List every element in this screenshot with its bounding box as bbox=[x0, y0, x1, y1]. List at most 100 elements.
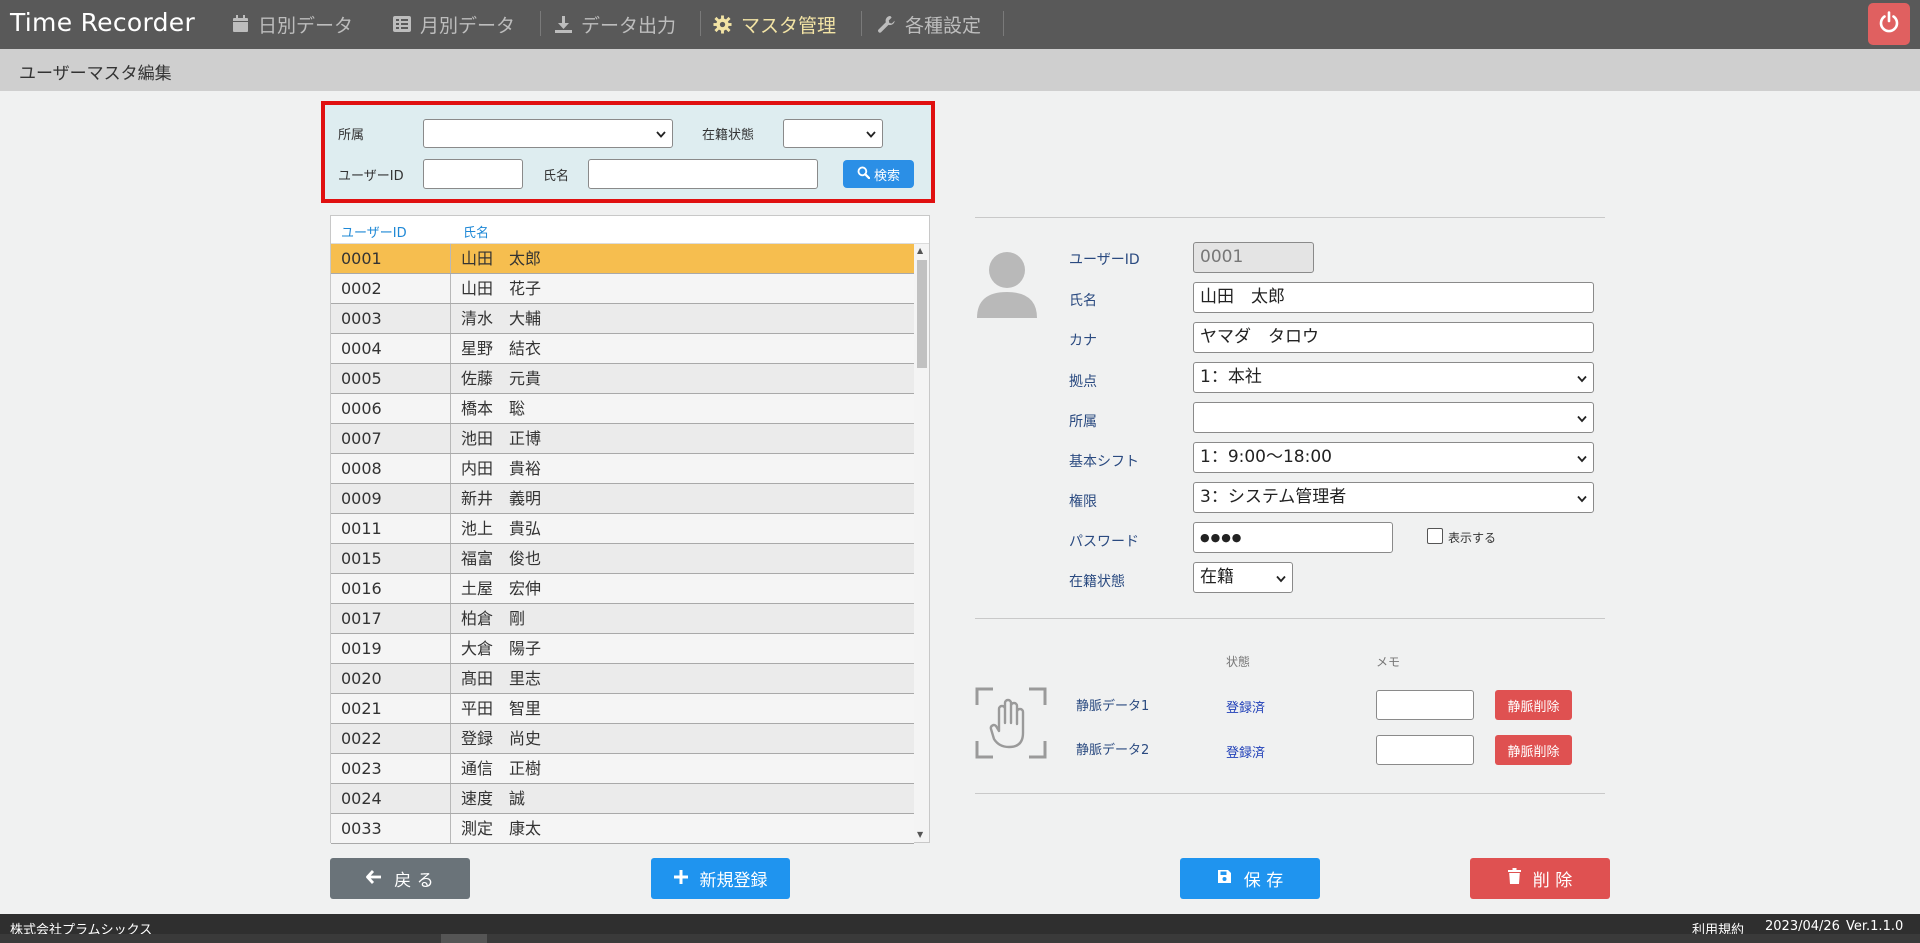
row-name: 池上 貴弘 bbox=[461, 519, 542, 538]
search-userid-label: ユーザーID bbox=[338, 169, 404, 184]
nav-monthly-data[interactable]: 月別データ bbox=[393, 10, 515, 38]
arrow-left-icon bbox=[366, 869, 382, 889]
chevron-down-icon bbox=[1577, 443, 1587, 472]
detail-kana-input[interactable]: ヤマダ タロウ bbox=[1193, 322, 1594, 353]
taskbar-strip bbox=[0, 934, 1920, 943]
table-row[interactable]: 0021 平田 智里 bbox=[331, 694, 914, 724]
row-userid: 0005 bbox=[331, 364, 451, 393]
wrench-icon bbox=[877, 15, 896, 34]
vein-data-2-memo-input[interactable] bbox=[1376, 735, 1474, 765]
nav-master-management[interactable]: マスタ管理 bbox=[713, 10, 836, 38]
vein-data-1-delete-button[interactable]: 静脈削除 bbox=[1495, 690, 1572, 720]
row-name: 山田 太郎 bbox=[461, 249, 542, 268]
vein-state-header: 状態 bbox=[1226, 655, 1251, 669]
table-row[interactable]: 0001 山田 太郎 bbox=[331, 244, 914, 274]
user-avatar-icon bbox=[975, 248, 1039, 320]
row-userid: 0016 bbox=[331, 574, 451, 603]
search-button[interactable]: 検索 bbox=[843, 160, 914, 188]
row-userid: 0002 bbox=[331, 274, 451, 303]
taskbar-item[interactable] bbox=[441, 934, 487, 943]
back-button[interactable]: 戻 る bbox=[330, 858, 470, 899]
nav-data-export[interactable]: データ出力 bbox=[555, 10, 676, 38]
list-icon bbox=[393, 16, 411, 32]
table-row[interactable]: 0007 池田 正博 bbox=[331, 424, 914, 454]
row-userid: 0004 bbox=[331, 334, 451, 363]
scroll-down-icon[interactable]: ▼ bbox=[917, 830, 923, 839]
top-nav-bar: Time Recorder 日別データ 月別データ データ出力 マスタ管理 各種… bbox=[0, 0, 1920, 49]
table-row[interactable]: 0033 測定 康太 bbox=[331, 814, 914, 844]
vein-data-1-memo-input[interactable] bbox=[1376, 690, 1474, 720]
app-brand[interactable]: Time Recorder bbox=[10, 8, 195, 37]
column-header-name[interactable]: 氏名 bbox=[463, 222, 489, 241]
table-row[interactable]: 0019 大倉 陽子 bbox=[331, 634, 914, 664]
table-row[interactable]: 0011 池上 貴弘 bbox=[331, 514, 914, 544]
logout-button[interactable] bbox=[1868, 3, 1910, 45]
new-register-button-label: 新規登録 bbox=[699, 871, 768, 891]
row-name: 清水 大輔 bbox=[461, 309, 542, 328]
nav-master-label: マスタ管理 bbox=[741, 14, 837, 37]
row-name: 星野 結衣 bbox=[461, 339, 542, 358]
detail-shift-select[interactable]: 1：9:00～18:00 bbox=[1193, 442, 1594, 473]
detail-password-label: パスワード bbox=[1069, 534, 1139, 550]
search-name-input[interactable] bbox=[588, 159, 818, 189]
detail-password-input[interactable]: ●●●● bbox=[1193, 522, 1393, 553]
calendar-icon bbox=[232, 15, 249, 33]
power-icon bbox=[1877, 10, 1901, 38]
vein-data-2-delete-button[interactable]: 静脈削除 bbox=[1495, 735, 1572, 765]
search-dept-label: 所属 bbox=[338, 128, 365, 143]
nav-daily-data[interactable]: 日別データ bbox=[232, 10, 353, 38]
search-dept-select[interactable] bbox=[423, 119, 673, 148]
table-row[interactable]: 0005 佐藤 元貴 bbox=[331, 364, 914, 394]
row-name: 内田 貴裕 bbox=[461, 459, 542, 478]
table-row[interactable]: 0003 清水 大輔 bbox=[331, 304, 914, 334]
detail-name-input[interactable]: 山田 太郎 bbox=[1193, 282, 1594, 313]
table-row[interactable]: 0008 内田 貴裕 bbox=[331, 454, 914, 484]
table-row[interactable]: 0024 速度 誠 bbox=[331, 784, 914, 814]
search-userid-input[interactable] bbox=[423, 159, 523, 189]
table-row[interactable]: 0017 柏倉 剛 bbox=[331, 604, 914, 634]
scrollbar-thumb[interactable] bbox=[917, 260, 927, 368]
table-row[interactable]: 0009 新井 義明 bbox=[331, 484, 914, 514]
nav-export-label: データ出力 bbox=[581, 14, 677, 37]
row-name: 柏倉 剛 bbox=[461, 609, 526, 628]
app-version: Ver.1.1.0 bbox=[1846, 919, 1904, 934]
column-header-userid[interactable]: ユーザーID bbox=[341, 222, 407, 241]
user-list-header: ユーザーID 氏名 bbox=[331, 216, 929, 244]
row-name: 速度 誠 bbox=[461, 789, 526, 808]
nav-settings[interactable]: 各種設定 bbox=[877, 10, 981, 38]
new-register-button[interactable]: 新規登録 bbox=[651, 858, 790, 899]
row-userid: 0011 bbox=[331, 514, 451, 543]
row-userid: 0024 bbox=[331, 784, 451, 813]
table-row[interactable]: 0023 通信 正樹 bbox=[331, 754, 914, 784]
detail-base-select[interactable]: 1：本社 bbox=[1193, 362, 1594, 393]
table-row[interactable]: 0002 山田 花子 bbox=[331, 274, 914, 304]
nav-divider bbox=[540, 11, 541, 36]
row-name: 新井 義明 bbox=[461, 489, 542, 508]
detail-dept-select[interactable] bbox=[1193, 402, 1594, 433]
table-row[interactable]: 0022 登録 尚史 bbox=[331, 724, 914, 754]
table-row[interactable]: 0006 橋本 聡 bbox=[331, 394, 914, 424]
search-status-select[interactable] bbox=[783, 119, 883, 148]
detail-role-label: 権限 bbox=[1069, 494, 1097, 510]
show-password-label[interactable]: 表示する bbox=[1448, 529, 1496, 546]
list-scrollbar[interactable]: ▲ ▼ bbox=[914, 244, 929, 842]
table-row[interactable]: 0016 土屋 宏伸 bbox=[331, 574, 914, 604]
row-userid: 0022 bbox=[331, 724, 451, 753]
row-name: 福富 俊也 bbox=[461, 549, 542, 568]
detail-shift-value: 1：9:00～18:00 bbox=[1200, 447, 1332, 467]
detail-divider bbox=[975, 793, 1605, 794]
detail-divider bbox=[975, 618, 1605, 619]
detail-status-select[interactable]: 在籍 bbox=[1193, 562, 1293, 593]
save-button[interactable]: 保 存 bbox=[1180, 858, 1320, 899]
detail-userid-field: 0001 bbox=[1193, 242, 1314, 273]
vein-memo-header: メモ bbox=[1376, 655, 1401, 669]
table-row[interactable]: 0020 髙田 里志 bbox=[331, 664, 914, 694]
table-row[interactable]: 0004 星野 結衣 bbox=[331, 334, 914, 364]
delete-button[interactable]: 削 除 bbox=[1470, 858, 1610, 899]
detail-role-select[interactable]: 3：システム管理者 bbox=[1193, 482, 1594, 513]
table-row[interactable]: 0015 福富 俊也 bbox=[331, 544, 914, 574]
save-button-label: 保 存 bbox=[1243, 871, 1284, 891]
scroll-up-icon[interactable]: ▲ bbox=[917, 246, 923, 255]
row-userid: 0019 bbox=[331, 634, 451, 663]
show-password-checkbox[interactable] bbox=[1427, 528, 1443, 544]
